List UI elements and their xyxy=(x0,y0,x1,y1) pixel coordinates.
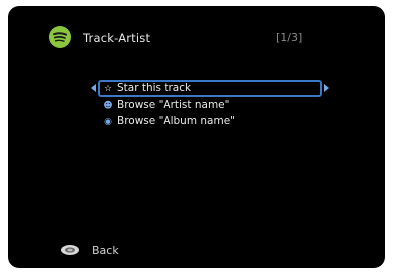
arrow-left-icon[interactable] xyxy=(91,84,96,92)
person-icon: ☻ xyxy=(103,101,113,111)
tv-screen: Track-Artist [1/3] ☆ Star this track ☻ Bro… xyxy=(8,6,385,268)
screen-title: Track-Artist xyxy=(83,31,151,45)
spotify-logo-icon xyxy=(49,26,71,48)
menu-item-label: Browse "Artist name" xyxy=(117,99,230,111)
menu-item-star-track[interactable]: ☆ Star this track xyxy=(98,80,322,97)
page-indicator: [1/3] xyxy=(276,31,303,44)
arrow-right-icon[interactable] xyxy=(324,84,329,92)
menu-item-label: Browse "Album name" xyxy=(117,115,235,127)
disc-icon: ◉ xyxy=(104,117,112,127)
star-icon: ☆ xyxy=(103,84,113,94)
back-label[interactable]: Back xyxy=(92,244,119,257)
menu-item-browse-artist[interactable]: ☻ Browse "Artist name" xyxy=(98,97,322,113)
options-menu: ☆ Star this track ☻ Browse "Artist name" ◉… xyxy=(98,80,322,129)
menu-item-label: Star this track xyxy=(117,82,192,94)
menu-item-browse-album[interactable]: ◉ Browse "Album name" xyxy=(98,113,322,129)
remote-back-button-icon xyxy=(61,245,79,255)
